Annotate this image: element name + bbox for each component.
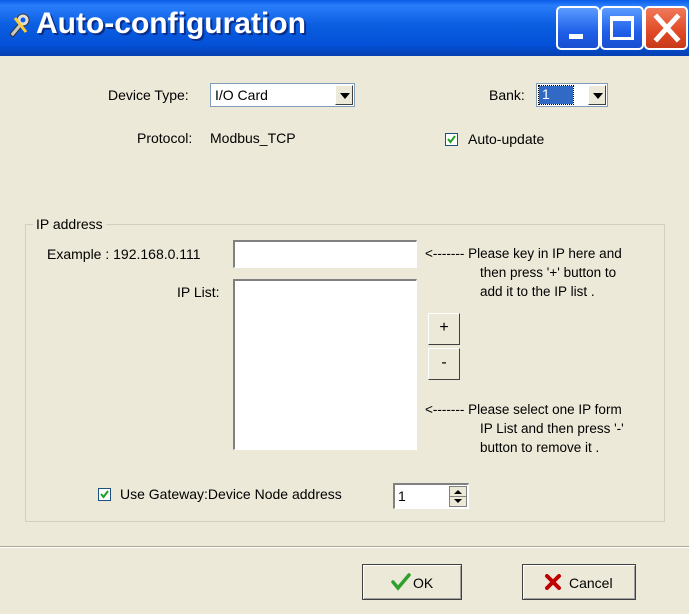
ok-button[interactable]: OK (362, 564, 462, 600)
auto-update-label: Auto-update (468, 131, 545, 147)
ip-group-title: IP address (33, 216, 106, 232)
hint-remove-line1: <------- Please select one IP form (425, 402, 622, 417)
device-type-select[interactable]: I/O Card (210, 83, 355, 107)
title-bar[interactable]: Auto-configuration (0, 0, 689, 56)
close-icon (653, 13, 681, 46)
maximize-button[interactable] (600, 6, 644, 50)
bank-label: Bank: (489, 87, 525, 103)
bank-value: 1 (538, 85, 574, 105)
use-gateway-checkbox[interactable] (98, 488, 111, 501)
checkmark-icon (391, 573, 411, 594)
ok-label: OK (413, 575, 434, 591)
minimize-button[interactable] (556, 6, 600, 50)
bank-select[interactable]: 1 (536, 83, 608, 107)
auto-update-checkbox[interactable] (445, 133, 458, 146)
protocol-label: Protocol: (137, 130, 193, 146)
device-type-label: Device Type: (108, 87, 189, 103)
example-label: Example : 192.168.0.111 (47, 246, 201, 262)
use-gateway-label: Use Gateway:Device Node address (120, 486, 342, 502)
minimize-icon (569, 34, 583, 39)
spinner-arrows-icon[interactable] (449, 486, 467, 507)
footer-separator (0, 546, 689, 548)
hint-add-line1: <------- Please key in IP here and (425, 246, 622, 261)
cancel-button[interactable]: Cancel (522, 564, 636, 600)
cancel-label: Cancel (569, 575, 613, 591)
add-ip-button[interactable]: + (428, 313, 460, 345)
chevron-down-icon[interactable] (335, 85, 353, 105)
window-title: Auto-configuration (36, 7, 306, 40)
chevron-down-icon[interactable] (588, 85, 606, 105)
protocol-value: Modbus_TCP (210, 130, 296, 146)
node-address-value: 1 (398, 488, 406, 504)
hint-add-line2: then press '+' button to (480, 265, 617, 280)
cancel-x-icon (545, 574, 561, 593)
ip-list-label: IP List: (177, 284, 220, 300)
check-icon (100, 490, 109, 499)
remove-ip-button[interactable]: - (428, 348, 460, 380)
ip-input[interactable] (233, 240, 417, 268)
hint-remove-line2: IP List and then press '-' (480, 421, 624, 436)
hint-remove-line3: button to remove it . (480, 440, 600, 455)
maximize-icon (610, 16, 634, 40)
node-address-spinner[interactable]: 1 (393, 483, 469, 509)
check-icon (447, 135, 456, 144)
device-type-value: I/O Card (215, 87, 268, 103)
tools-icon (6, 10, 32, 40)
hint-add-line3: add it to the IP list . (480, 284, 595, 299)
close-button[interactable] (644, 6, 688, 50)
ip-list[interactable] (233, 279, 417, 450)
